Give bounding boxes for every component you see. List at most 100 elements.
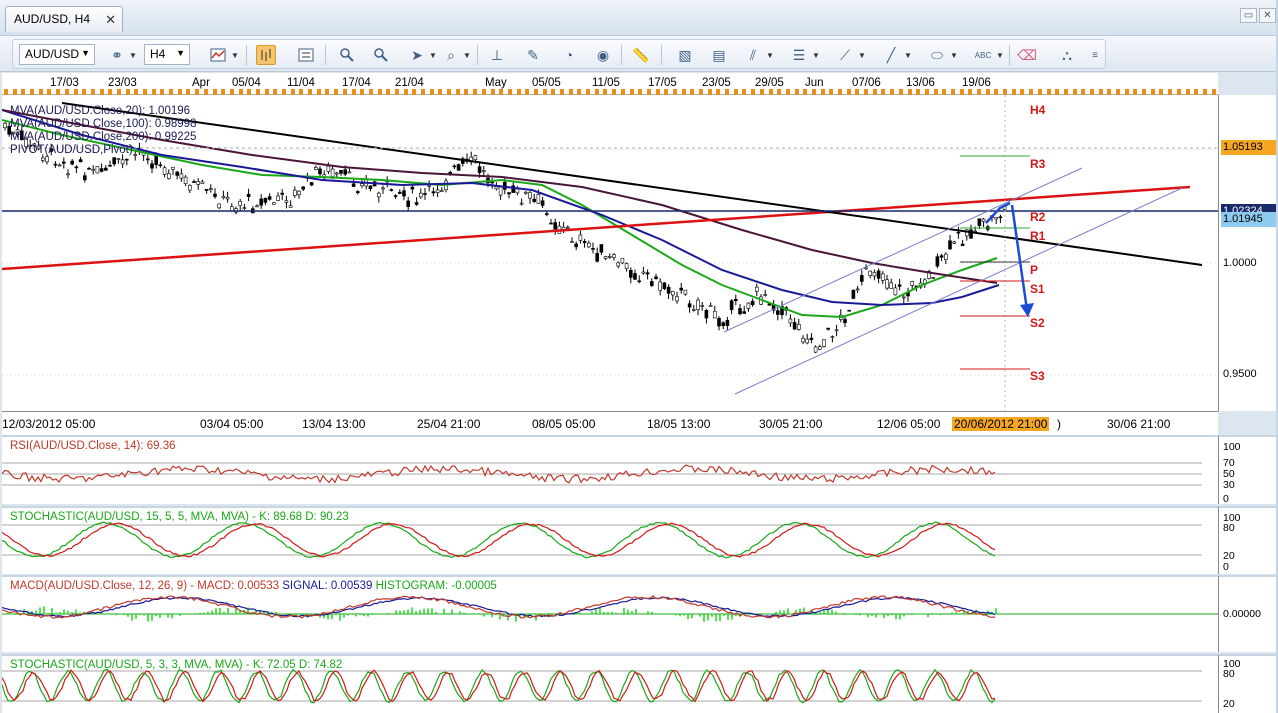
candle-body — [960, 243, 965, 247]
stoch2-axis-20: 20 — [1223, 698, 1235, 710]
stoch1-d-line — [1, 522, 996, 558]
candle-body — [649, 281, 654, 286]
pivot-label-p: P — [1030, 263, 1039, 277]
candle-body — [826, 327, 831, 330]
cursor-icon[interactable]: ➤ — [407, 45, 427, 65]
candle-body — [847, 309, 852, 312]
window-title-bar: AUD/USD, H4 ✕ ▭ ✕ — [0, 0, 1278, 36]
candle-body — [691, 309, 696, 311]
price-axis[interactable]: 1.05193 1.02324 1.01945 1.0000 0.9500 — [1218, 95, 1277, 411]
candle-body — [406, 200, 411, 207]
chevron-down-icon[interactable]: ▼ — [950, 51, 958, 60]
candle-body — [855, 288, 860, 291]
period-icon[interactable]: ◔ — [559, 45, 579, 65]
time-tick-label: 08/05 05:00 — [532, 417, 596, 431]
candle-body — [507, 192, 511, 195]
candle-body — [633, 273, 637, 280]
link-icon[interactable]: ⚭ — [107, 45, 127, 65]
zoom-in-icon[interactable] — [337, 45, 357, 65]
candle-body — [104, 167, 108, 171]
candle-body — [721, 322, 726, 327]
candle-body — [574, 243, 579, 248]
chart-type-icon[interactable] — [208, 45, 228, 65]
chevron-down-icon[interactable]: ▼ — [129, 51, 137, 60]
chart-tab[interactable]: AUD/USD, H4 ✕ — [5, 6, 123, 32]
candle-body — [805, 338, 810, 344]
rsi-axis: 100 70 50 30 0 — [1218, 435, 1276, 505]
candle-body — [288, 205, 293, 208]
date-strip-label: 13/06 — [906, 77, 935, 89]
chevron-down-icon[interactable]: ▼ — [904, 51, 912, 60]
image-icon[interactable]: ▧ — [675, 45, 695, 65]
bar-chart-icon[interactable] — [256, 45, 276, 65]
eraser-icon[interactable]: ⌫ — [1017, 45, 1037, 65]
chevron-down-icon[interactable]: ▼ — [766, 51, 774, 60]
chevron-down-icon[interactable]: ▼ — [463, 51, 471, 60]
stochastic-15-panel[interactable]: STOCHASTIC(AUD/USD, 15, 5, 5, MVA, MVA) … — [1, 506, 1218, 574]
globe-icon[interactable]: ◉ — [593, 45, 613, 65]
rsi-panel[interactable]: RSI(AUD/USD.Close, 14): 69.36 — [1, 435, 1218, 504]
chevron-down-icon: ▼ — [81, 48, 90, 58]
pivot-label-s3: S3 — [1030, 369, 1045, 383]
price-tick-1.0000: 1.0000 — [1223, 257, 1257, 269]
text-icon[interactable]: ABC — [973, 45, 993, 65]
symbol-select[interactable]: AUD/USD ▼ — [19, 44, 95, 65]
template-icon[interactable]: ▤ — [709, 45, 729, 65]
ruler-icon[interactable]: 📏 — [631, 45, 651, 65]
candle-body — [78, 159, 83, 163]
chevron-down-icon[interactable]: ▼ — [231, 51, 239, 60]
close-tab-icon[interactable]: ✕ — [105, 12, 116, 28]
candle-body — [473, 155, 478, 161]
candle-body — [402, 190, 406, 197]
indicator-icon[interactable] — [296, 45, 316, 65]
candle-body — [301, 186, 306, 190]
candle-body — [607, 256, 612, 258]
trendline-icon[interactable]: ╱ — [881, 45, 901, 65]
line-tools-icon[interactable]: ⫽ — [743, 45, 763, 65]
channel-lower-line — [734, 187, 1183, 395]
restore-window-icon[interactable]: ▭ — [1240, 8, 1257, 23]
candle-body — [423, 193, 427, 195]
candle-body — [120, 159, 125, 165]
candle-body — [935, 256, 940, 267]
legend-entry: MVA(AUD/USD.Close,200): 0.99225 — [10, 131, 197, 143]
candle-body — [851, 289, 856, 299]
main-price-chart[interactable]: MVA(AUD/USD.Close,20): 1.00196 MVA(AUD/US… — [1, 95, 1218, 411]
pencil-edit-icon[interactable]: ✎ — [523, 45, 543, 65]
time-tick-label: 30/06 21:00 — [1107, 417, 1171, 431]
pivot-label-r3: R3 — [1030, 157, 1046, 171]
candle-body — [872, 272, 877, 277]
candle-body — [624, 263, 629, 270]
candle-body — [994, 217, 999, 220]
price-label-current: 1.01945 — [1221, 212, 1277, 227]
fibonacci-icon[interactable]: ⟋ — [835, 45, 855, 65]
pivot-label-r2: R2 — [1030, 210, 1046, 224]
candle-body — [952, 241, 957, 244]
chevron-down-icon[interactable]: ▼ — [429, 51, 437, 60]
stochastic-5-panel[interactable]: STOCHASTIC(AUD/USD, 5, 3, 3, MVA, MVA) -… — [1, 654, 1218, 713]
zoom-out-icon[interactable] — [371, 45, 391, 65]
candle-body — [259, 198, 264, 206]
hierarchy-icon[interactable]: ⛬ — [1057, 45, 1077, 65]
macd-panel[interactable]: MACD(AUD/USD.Close, 12, 26, 9) - MACD: 0… — [1, 575, 1218, 652]
ellipse-icon[interactable]: ⬭ — [927, 45, 947, 65]
candle-body — [213, 193, 217, 197]
snap-icon[interactable]: ⊥ — [487, 45, 507, 65]
timeframe-select[interactable]: H4 ▼ — [144, 44, 190, 65]
candle-body — [246, 193, 251, 197]
close-window-icon[interactable]: ✕ — [1259, 8, 1276, 23]
rsi-axis-0: 0 — [1223, 493, 1229, 505]
date-strip-label: 21/04 — [395, 77, 424, 89]
crosshair-zoom-icon[interactable]: ⌕ — [441, 45, 461, 65]
date-strip-label: Jun — [805, 77, 824, 89]
candle-body — [817, 346, 822, 350]
chevron-down-icon[interactable]: ▼ — [996, 51, 1004, 60]
candle-body — [351, 183, 356, 187]
chevron-down-icon[interactable]: ▼ — [812, 51, 820, 60]
horizontal-lines-icon[interactable]: ☰ — [789, 45, 809, 65]
candle-body — [238, 201, 242, 207]
overflow-icon[interactable]: ≡ — [1085, 45, 1105, 65]
macd-title-main: MACD(AUD/USD.Close, 12, 26, 9) - MACD: 0… — [10, 580, 283, 592]
chevron-down-icon[interactable]: ▼ — [858, 51, 866, 60]
date-strip-label: 11/05 — [592, 77, 620, 89]
